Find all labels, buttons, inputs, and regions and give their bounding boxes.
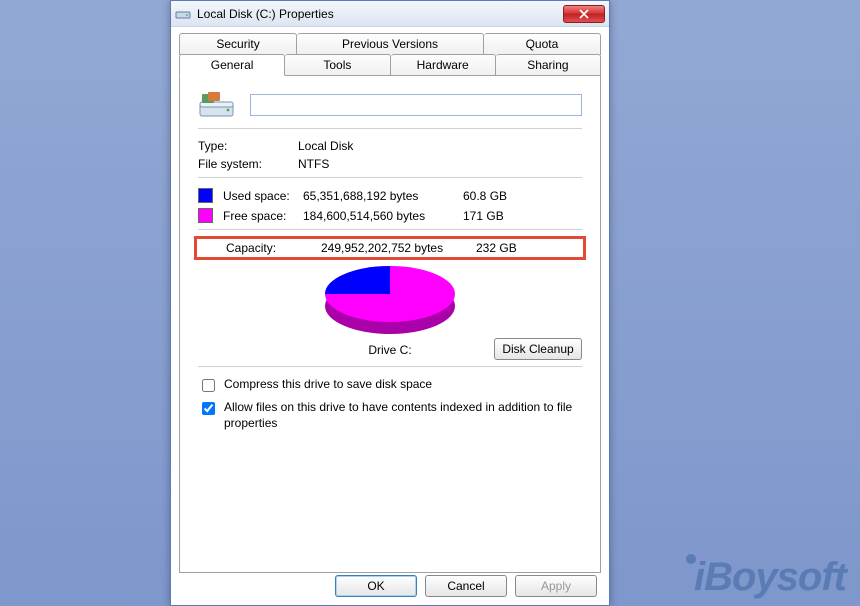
ok-button[interactable]: OK	[335, 575, 417, 597]
tab-hardware[interactable]: Hardware	[391, 54, 496, 76]
tab-row-back: Security Previous Versions Quota	[179, 33, 601, 55]
tab-panel-general: Type: Local Disk File system: NTFS Used …	[179, 75, 601, 573]
used-label: Used space:	[223, 189, 303, 203]
capacity-human: 232 GB	[476, 241, 536, 255]
capacity-bytes: 249,952,202,752 bytes	[321, 241, 476, 255]
type-row: Type: Local Disk	[198, 139, 582, 153]
capacity-label: Capacity:	[226, 241, 321, 255]
compress-checkbox-row: Compress this drive to save disk space	[198, 377, 582, 395]
filesystem-value: NTFS	[298, 157, 582, 171]
cancel-button[interactable]: Cancel	[425, 575, 507, 597]
used-swatch-icon	[198, 188, 213, 203]
drive-icon-small	[175, 6, 191, 22]
free-human: 171 GB	[463, 209, 523, 223]
divider	[198, 229, 582, 230]
pie-chart	[325, 266, 455, 334]
tab-previous-versions[interactable]: Previous Versions	[297, 33, 484, 55]
compress-checkbox[interactable]	[202, 379, 215, 392]
window-title: Local Disk (C:) Properties	[197, 7, 563, 21]
disk-cleanup-button[interactable]: Disk Cleanup	[494, 338, 582, 360]
close-button[interactable]	[563, 5, 605, 23]
watermark-logo: iBoysoft	[686, 554, 846, 600]
type-value: Local Disk	[298, 139, 582, 153]
tab-row-front: General Tools Hardware Sharing	[179, 54, 601, 76]
compress-label: Compress this drive to save disk space	[224, 377, 432, 393]
index-checkbox[interactable]	[202, 402, 215, 415]
filesystem-row: File system: NTFS	[198, 157, 582, 171]
used-human: 60.8 GB	[463, 189, 523, 203]
pie-area: Drive C: Disk Cleanup	[198, 266, 582, 360]
tab-sharing[interactable]: Sharing	[496, 54, 601, 76]
tab-tools[interactable]: Tools	[285, 54, 390, 76]
drive-chart-label: Drive C:	[368, 343, 411, 357]
type-label: Type:	[198, 139, 298, 153]
used-bytes: 65,351,688,192 bytes	[303, 189, 463, 203]
tab-general[interactable]: General	[179, 54, 285, 76]
free-label: Free space:	[223, 209, 303, 223]
index-checkbox-row: Allow files on this drive to have conten…	[198, 400, 582, 431]
divider	[198, 366, 582, 367]
divider	[198, 177, 582, 178]
close-icon	[579, 9, 589, 19]
titlebar[interactable]: Local Disk (C:) Properties	[171, 1, 609, 27]
filesystem-label: File system:	[198, 157, 298, 171]
dialog-button-row: OK Cancel Apply	[335, 575, 597, 597]
drive-header	[198, 90, 582, 120]
tab-quota[interactable]: Quota	[484, 33, 601, 55]
free-swatch-icon	[198, 208, 213, 223]
capacity-row: Capacity: 249,952,202,752 bytes 232 GB	[201, 241, 579, 255]
apply-button[interactable]: Apply	[515, 575, 597, 597]
index-label: Allow files on this drive to have conten…	[224, 400, 582, 431]
capacity-highlight: Capacity: 249,952,202,752 bytes 232 GB	[194, 236, 586, 260]
free-space-row: Free space: 184,600,514,560 bytes 171 GB	[198, 208, 582, 223]
free-bytes: 184,600,514,560 bytes	[303, 209, 463, 223]
tab-security[interactable]: Security	[179, 33, 297, 55]
divider	[198, 128, 582, 129]
tabs-area: Security Previous Versions Quota General…	[171, 27, 609, 573]
drive-name-input[interactable]	[250, 94, 582, 116]
properties-dialog: Local Disk (C:) Properties Security Prev…	[170, 0, 610, 606]
drive-icon	[198, 90, 236, 120]
used-space-row: Used space: 65,351,688,192 bytes 60.8 GB	[198, 188, 582, 203]
